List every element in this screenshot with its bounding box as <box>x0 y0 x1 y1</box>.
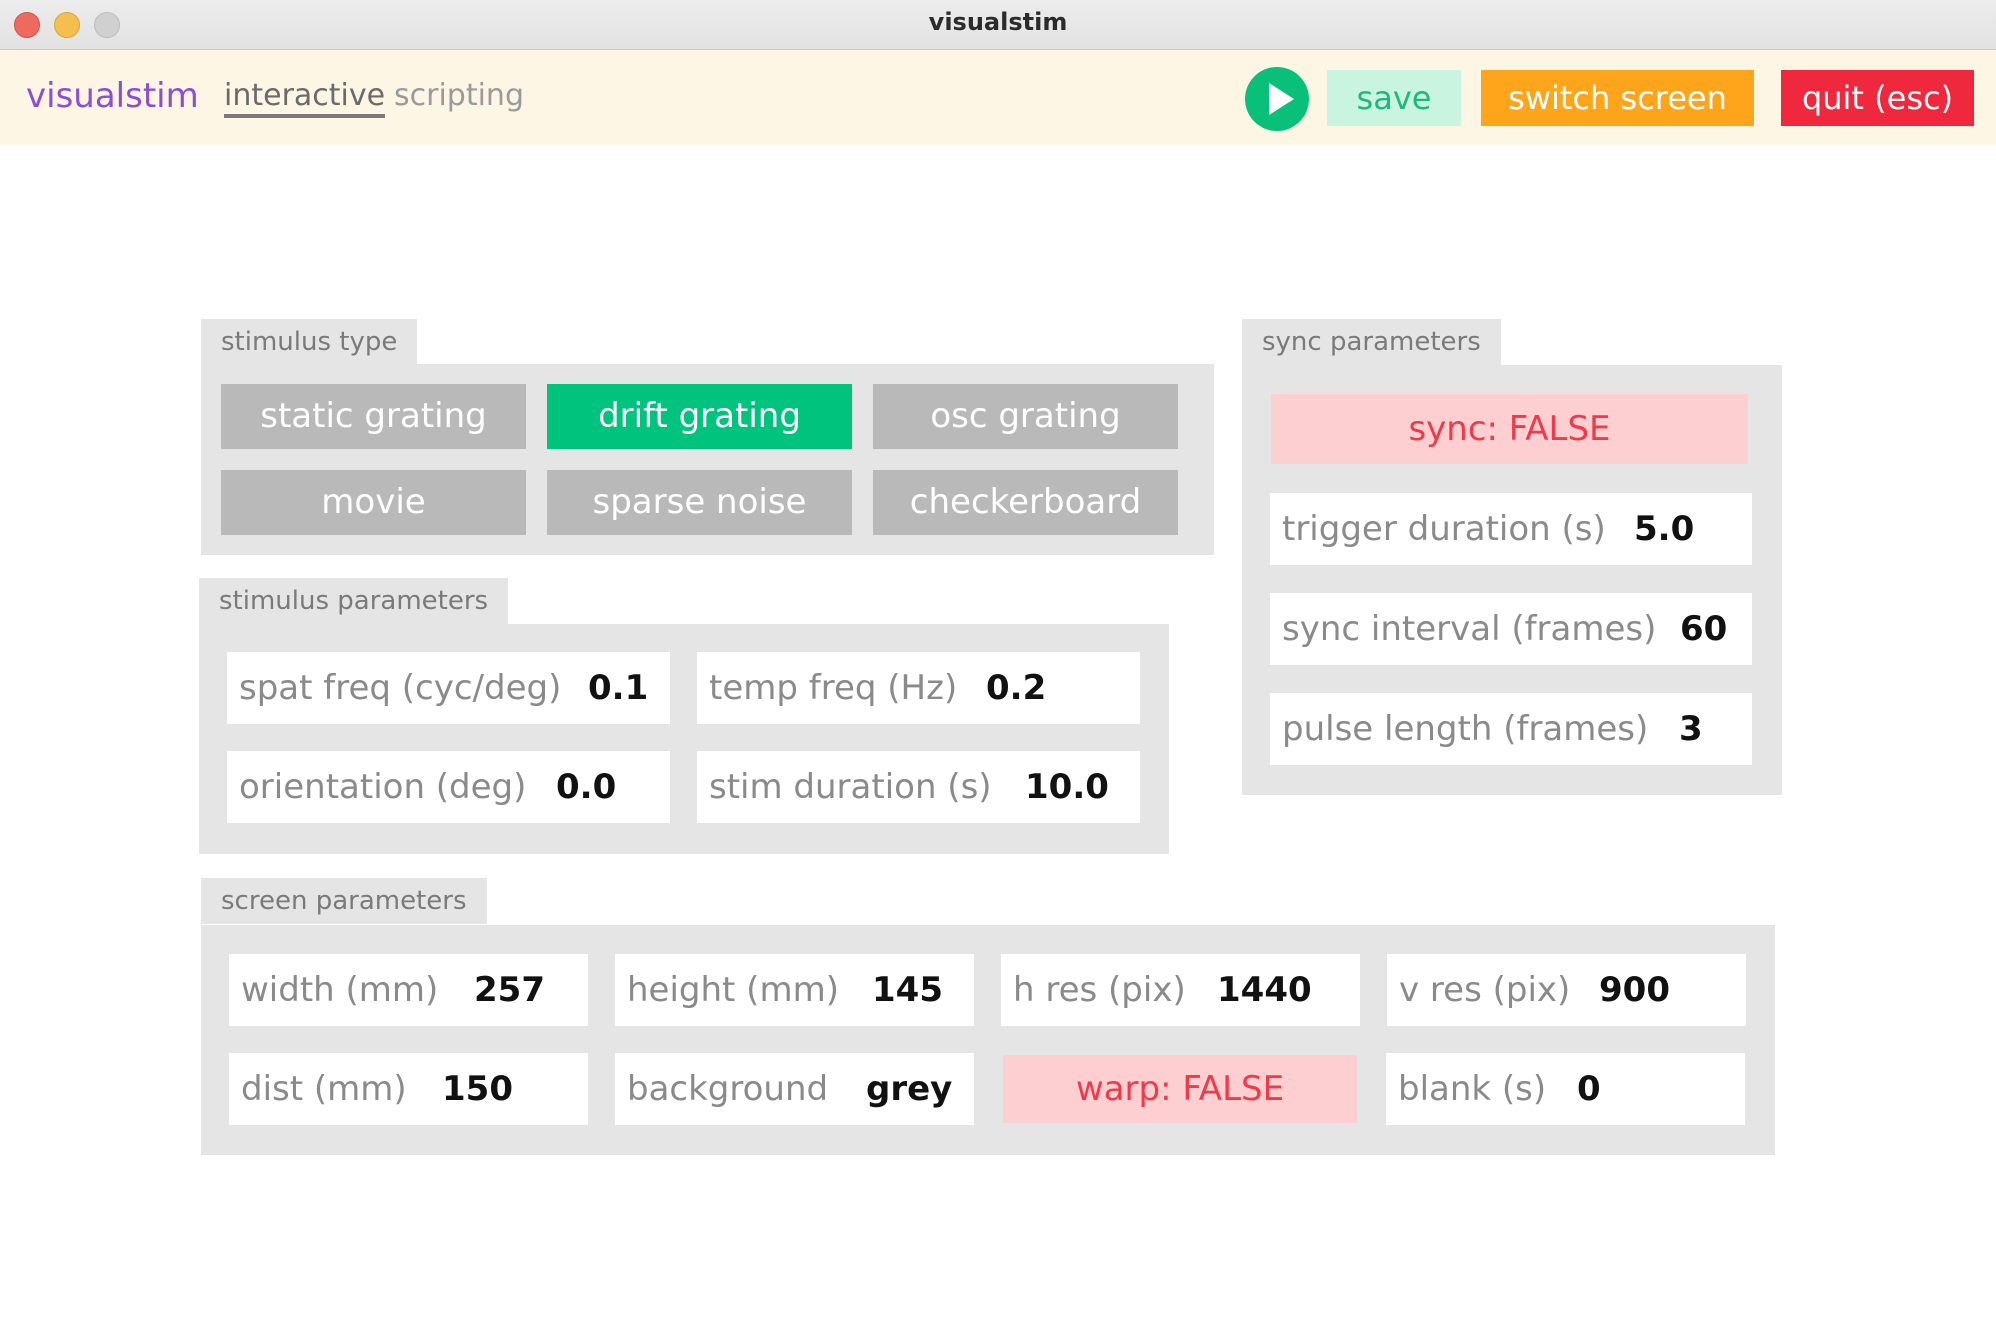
quit-button[interactable]: quit (esc) <box>1781 70 1974 126</box>
blank-value: 0 <box>1577 1069 1601 1109</box>
save-button[interactable]: save <box>1327 70 1461 126</box>
blank-label: blank (s) <box>1398 1069 1547 1109</box>
background-field[interactable]: background grey <box>615 1053 974 1125</box>
stim-option-osc-grating[interactable]: osc grating <box>873 384 1178 449</box>
pulse-length-field[interactable]: pulse length (frames) 3 <box>1270 693 1752 765</box>
height-field[interactable]: height (mm) 145 <box>615 954 974 1026</box>
screen-parameters-heading: screen parameters <box>201 878 487 924</box>
play-button[interactable] <box>1245 67 1309 131</box>
stim-option-checkerboard[interactable]: checkerboard <box>873 470 1178 535</box>
width-field[interactable]: width (mm) 257 <box>229 954 588 1026</box>
trigger-duration-value: 5.0 <box>1634 509 1695 549</box>
temp-freq-label: temp freq (Hz) <box>709 668 958 708</box>
stim-duration-value: 10.0 <box>1025 767 1109 807</box>
orientation-label: orientation (deg) <box>239 767 527 807</box>
window-title: visualstim <box>928 8 1068 36</box>
pulse-length-value: 3 <box>1679 709 1703 749</box>
tab-scripting[interactable]: scripting <box>394 78 524 113</box>
stim-option-movie[interactable]: movie <box>221 470 526 535</box>
stim-duration-label: stim duration (s) <box>709 767 992 807</box>
app-header: visualstim interactive scripting save sw… <box>0 50 1996 145</box>
trigger-duration-field[interactable]: trigger duration (s) 5.0 <box>1270 493 1752 565</box>
spat-freq-value: 0.1 <box>588 668 649 708</box>
temp-freq-field[interactable]: temp freq (Hz) 0.2 <box>697 652 1140 724</box>
background-value: grey <box>866 1069 953 1109</box>
stimulus-parameters-heading: stimulus parameters <box>199 578 509 624</box>
spat-freq-label: spat freq (cyc/deg) <box>239 668 562 708</box>
stim-option-sparse-noise[interactable]: sparse noise <box>547 470 852 535</box>
app-name: visualstim <box>26 76 199 116</box>
orientation-value: 0.0 <box>556 767 617 807</box>
warp-toggle[interactable]: warp: FALSE <box>1003 1055 1357 1123</box>
sync-parameters-heading: sync parameters <box>1242 319 1501 365</box>
trigger-duration-label: trigger duration (s) <box>1282 509 1606 549</box>
stim-duration-field[interactable]: stim duration (s) 10.0 <box>697 751 1140 823</box>
h-res-field[interactable]: h res (pix) 1440 <box>1001 954 1360 1026</box>
stim-option-drift-grating[interactable]: drift grating <box>547 384 852 449</box>
width-value: 257 <box>474 970 545 1010</box>
blank-field[interactable]: blank (s) 0 <box>1386 1053 1745 1125</box>
pulse-length-label: pulse length (frames) <box>1282 709 1649 749</box>
sync-interval-label: sync interval (frames) <box>1282 609 1657 649</box>
sync-interval-value: 60 <box>1680 609 1728 649</box>
stim-option-static-grating[interactable]: static grating <box>221 384 526 449</box>
sync-parameters-panel: sync: FALSE trigger duration (s) 5.0 syn… <box>1242 365 1782 795</box>
height-label: height (mm) <box>627 970 839 1010</box>
dist-label: dist (mm) <box>241 1069 407 1109</box>
dist-field[interactable]: dist (mm) 150 <box>229 1053 588 1125</box>
v-res-value: 900 <box>1599 970 1670 1010</box>
stimulus-parameters-panel: spat freq (cyc/deg) 0.1 temp freq (Hz) 0… <box>199 624 1169 854</box>
temp-freq-value: 0.2 <box>986 668 1047 708</box>
switch-screen-button[interactable]: switch screen <box>1481 70 1754 126</box>
stimulus-type-panel: static grating drift grating osc grating… <box>201 364 1214 555</box>
width-label: width (mm) <box>241 970 439 1010</box>
tab-interactive[interactable]: interactive <box>224 78 386 118</box>
dist-value: 150 <box>442 1069 513 1109</box>
v-res-field[interactable]: v res (pix) 900 <box>1387 954 1746 1026</box>
v-res-label: v res (pix) <box>1399 970 1571 1010</box>
background-label: background <box>627 1069 829 1109</box>
screen-parameters-panel: width (mm) 257 height (mm) 145 h res (pi… <box>201 925 1775 1155</box>
spat-freq-field[interactable]: spat freq (cyc/deg) 0.1 <box>227 652 670 724</box>
stimulus-type-heading: stimulus type <box>201 319 418 365</box>
height-value: 145 <box>872 970 943 1010</box>
orientation-field[interactable]: orientation (deg) 0.0 <box>227 751 670 823</box>
sync-interval-field[interactable]: sync interval (frames) 60 <box>1270 593 1752 665</box>
play-icon <box>1269 83 1294 115</box>
window-titlebar: visualstim <box>0 0 1996 50</box>
h-res-value: 1440 <box>1217 970 1312 1010</box>
sync-toggle[interactable]: sync: FALSE <box>1271 394 1748 464</box>
h-res-label: h res (pix) <box>1013 970 1186 1010</box>
